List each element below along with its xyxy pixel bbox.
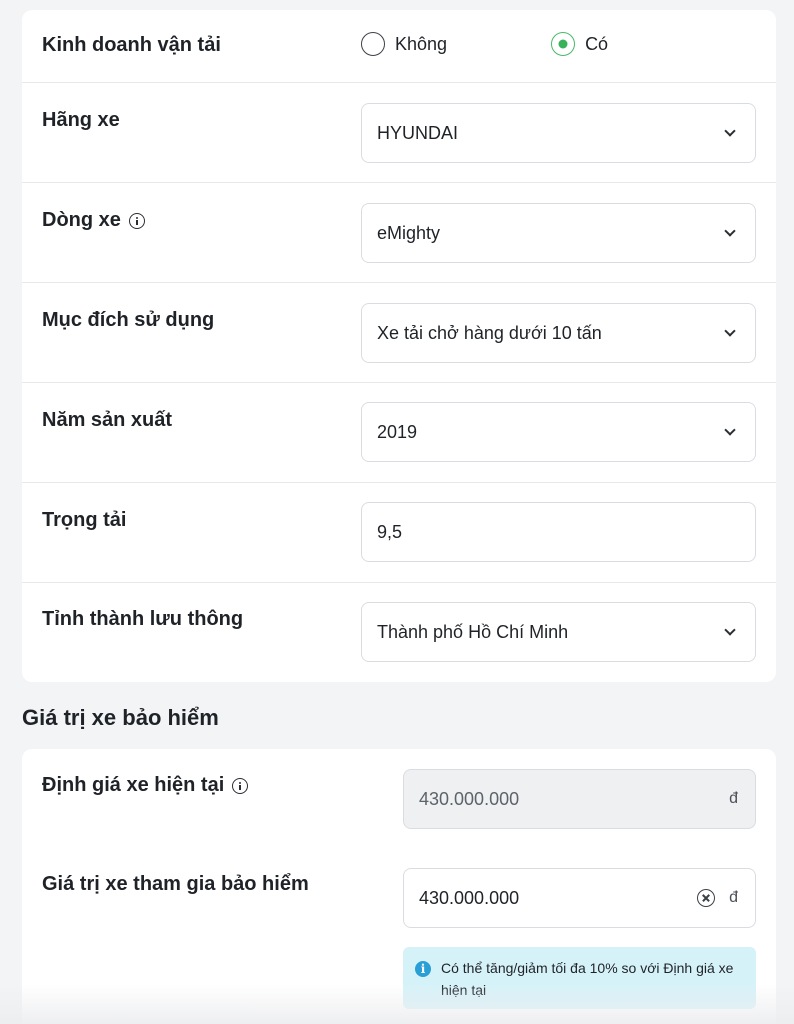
business-transport-radio-group: Không Có: [361, 32, 608, 56]
insurance-value-card: Định giá xe hiện tại 430.000.000 đ Giá t…: [22, 749, 776, 1024]
model-row: Dòng xe eMighty: [22, 183, 776, 283]
insured-value-label: Giá trị xe tham gia bảo hiểm: [42, 873, 309, 895]
clear-icon[interactable]: [697, 889, 716, 907]
currency-symbol: đ: [729, 790, 738, 807]
purpose-label: Mục đích sử dụng: [42, 309, 215, 331]
insured-value-value: 430.000.000: [419, 887, 520, 908]
province-select-value: Thành phố Hồ Chí Minh: [377, 621, 569, 642]
model-select-value: eMighty: [377, 222, 441, 243]
chevron-down-icon[interactable]: [724, 224, 736, 237]
purpose-row: Mục đích sử dụng Xe tải chở hàng dưới 10…: [22, 283, 776, 383]
current-valuation-label: Định giá xe hiện tại: [42, 774, 249, 797]
brand-label: Hãng xe: [42, 109, 120, 131]
purpose-select-value: Xe tải chở hàng dưới 10 tấn: [377, 322, 602, 343]
year-select-value: 2019: [377, 421, 418, 442]
brand-row: Hãng xe HYUNDAI: [22, 83, 776, 183]
model-select[interactable]: eMighty: [361, 203, 756, 263]
purpose-select[interactable]: Xe tải chở hàng dưới 10 tấn: [361, 303, 756, 363]
province-label: Tỉnh thành lưu thông: [42, 608, 244, 630]
insured-value-hint: i Có thể tăng/giảm tối đa 10% so với Địn…: [403, 947, 756, 1009]
payload-input-value: 9,5: [377, 521, 403, 542]
business-transport-row: Kinh doanh vận tải Không Có: [22, 10, 776, 83]
payload-label: Trọng tải: [42, 509, 127, 531]
province-row: Tỉnh thành lưu thông Thành phố Hồ Chí Mi…: [22, 583, 776, 682]
brand-select[interactable]: HYUNDAI: [361, 103, 756, 163]
payload-input[interactable]: 9,5: [361, 502, 756, 562]
info-icon[interactable]: [232, 777, 249, 794]
insured-value-input[interactable]: 430.000.000 đ: [403, 868, 756, 928]
chevron-down-icon[interactable]: [724, 423, 736, 436]
radio-option-no-label: Không: [395, 33, 448, 54]
radio-unchecked-icon[interactable]: [361, 32, 385, 56]
info-icon[interactable]: [128, 212, 145, 229]
current-valuation-value: 430.000.000: [419, 788, 520, 809]
chevron-down-icon[interactable]: [724, 324, 736, 337]
chevron-down-icon[interactable]: [724, 124, 736, 137]
province-select[interactable]: Thành phố Hồ Chí Minh: [361, 602, 756, 662]
year-label: Năm sản xuất: [42, 409, 173, 431]
model-label: Dòng xe: [42, 209, 145, 232]
current-valuation-field: 430.000.000 đ: [403, 769, 756, 829]
brand-select-value: HYUNDAI: [377, 122, 459, 143]
year-row: Năm sản xuất 2019: [22, 383, 776, 483]
radio-option-yes[interactable]: Có: [551, 32, 608, 56]
radio-option-no[interactable]: Không: [361, 32, 447, 56]
year-select[interactable]: 2019: [361, 402, 756, 462]
chevron-down-icon[interactable]: [724, 623, 736, 636]
radio-option-yes-label: Có: [585, 33, 609, 54]
radio-checked-icon[interactable]: [551, 32, 576, 56]
info-icon: i: [415, 961, 431, 977]
business-transport-label: Kinh doanh vận tải: [42, 34, 221, 56]
payload-row: Trọng tải 9,5: [22, 483, 776, 583]
vehicle-info-card: Kinh doanh vận tải Không Có Hãng xe HYUN…: [22, 10, 776, 682]
currency-symbol: đ: [729, 889, 738, 906]
insurance-value-section-title: Giá trị xe bảo hiểm: [22, 705, 219, 730]
insured-value-hint-text: Có thể tăng/giảm tối đa 10% so với Định …: [441, 960, 734, 998]
